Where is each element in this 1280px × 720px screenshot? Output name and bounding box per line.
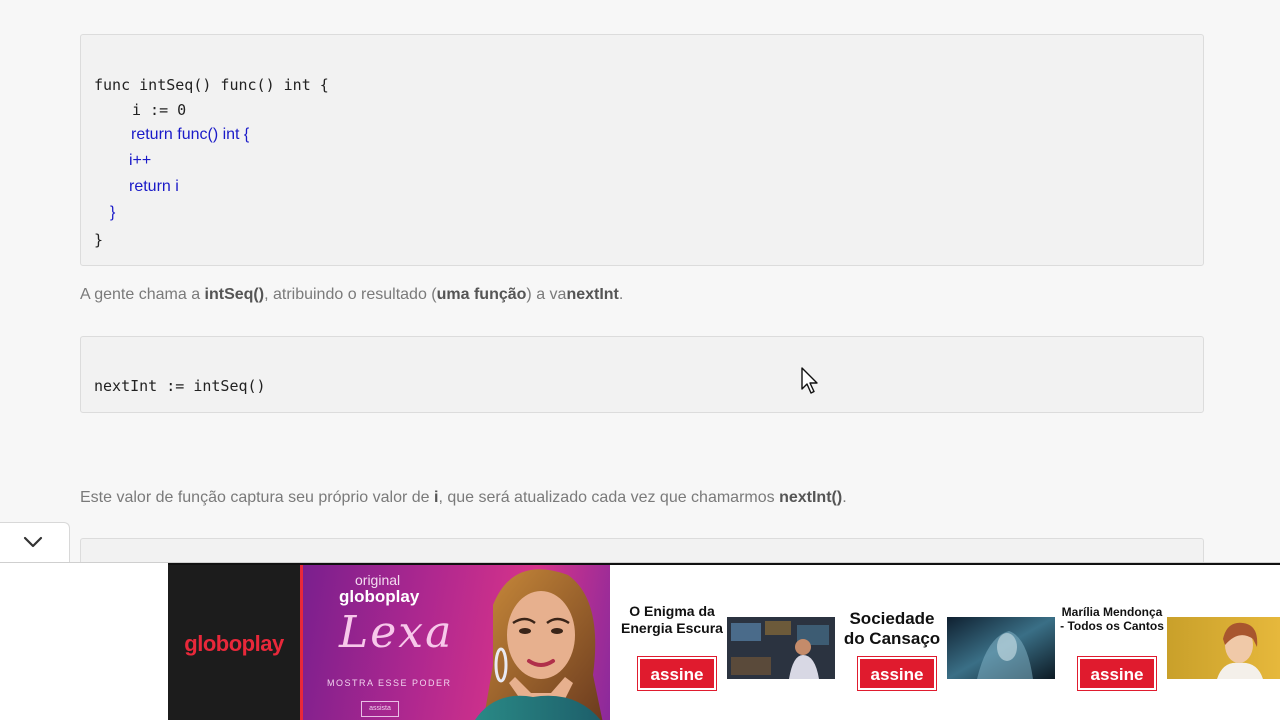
collapse-ad-button[interactable] bbox=[0, 522, 70, 562]
bold-text: uma função bbox=[436, 286, 527, 303]
code-line: } bbox=[94, 231, 104, 249]
text: , atribuindo o resultado ( bbox=[264, 286, 437, 303]
mouse-cursor-icon bbox=[801, 367, 818, 394]
show-card-enigma[interactable]: O Enigma da Energia Escura assine bbox=[618, 565, 726, 720]
promo-tagline: MOSTRA ESSE PODER bbox=[327, 678, 452, 688]
show-title: Marília Mendonça - Todos os Cantos bbox=[1060, 605, 1164, 634]
text: . bbox=[842, 489, 847, 506]
promo-watch-button[interactable]: assista bbox=[361, 701, 399, 717]
bold-text: nextInt bbox=[566, 286, 619, 303]
globoplay-logo: globoplay bbox=[184, 631, 284, 656]
code-block-nextint: nextInt := intSeq() bbox=[80, 336, 1204, 413]
subscribe-button[interactable]: assine bbox=[857, 656, 937, 691]
text: ) a va bbox=[526, 286, 567, 303]
lexa-promo[interactable]: original globoplay Lexa MOSTRA ESSE PODE… bbox=[300, 565, 610, 720]
code-line: nextInt := intSeq() bbox=[94, 377, 266, 395]
code-line: return i bbox=[129, 178, 179, 195]
promo-original-label: original bbox=[355, 572, 401, 588]
text: Este valor de função captura seu próprio… bbox=[80, 489, 434, 506]
code-line: } bbox=[110, 204, 116, 221]
promo-brand: globoplay bbox=[339, 587, 420, 606]
subscribe-button[interactable]: assine bbox=[637, 656, 717, 691]
text: A gente chama a bbox=[80, 286, 205, 303]
show-card-sociedade[interactable]: Sociedade do Cansaço assine bbox=[838, 565, 946, 720]
code-block-intseq: func intSeq() func() int { i := 0 return… bbox=[80, 34, 1204, 266]
bold-text: nextInt() bbox=[779, 489, 843, 506]
show-title: O Enigma da Energia Escura bbox=[621, 603, 723, 636]
thumbnail-image bbox=[727, 617, 835, 679]
text: . bbox=[618, 286, 624, 303]
code-line: i++ bbox=[129, 152, 152, 169]
globoplay-ad-banner[interactable]: globoplay original globoplay Lexa MOSTRA… bbox=[168, 563, 1280, 720]
code-line: return func() int { bbox=[131, 126, 250, 143]
ad-brand-cell[interactable]: globoplay bbox=[168, 565, 300, 720]
code-line: func intSeq() func() int { bbox=[94, 76, 329, 94]
truncated-text-line bbox=[80, 0, 1200, 7]
thumbnail-image bbox=[1167, 617, 1280, 679]
text: , que será atualizado cada vez que chama… bbox=[438, 489, 780, 506]
show-thumbnail-enigma[interactable] bbox=[727, 617, 835, 679]
singer-portrait-image bbox=[475, 569, 603, 720]
subscribe-button[interactable]: assine bbox=[1077, 656, 1157, 691]
sticky-ad-bar: globoplay original globoplay Lexa MOSTRA… bbox=[0, 562, 1280, 720]
show-thumbnail-marilia[interactable] bbox=[1167, 617, 1280, 679]
paragraph-closure-explanation: Este valor de função captura seu próprio… bbox=[80, 489, 847, 507]
show-title: Sociedade do Cansaço bbox=[843, 609, 941, 649]
chevron-down-icon bbox=[23, 536, 43, 548]
show-thumbnail-sociedade[interactable] bbox=[947, 617, 1055, 679]
bold-text: intSeq() bbox=[204, 286, 265, 303]
paragraph-intseq-call: A gente chama a intSeq(), atribuindo o r… bbox=[80, 286, 623, 304]
promo-title: Lexa bbox=[339, 607, 454, 658]
code-line: i := 0 bbox=[132, 101, 187, 119]
thumbnail-image bbox=[947, 617, 1055, 679]
show-card-marilia[interactable]: Marília Mendonça - Todos os Cantos assin… bbox=[1058, 565, 1166, 720]
